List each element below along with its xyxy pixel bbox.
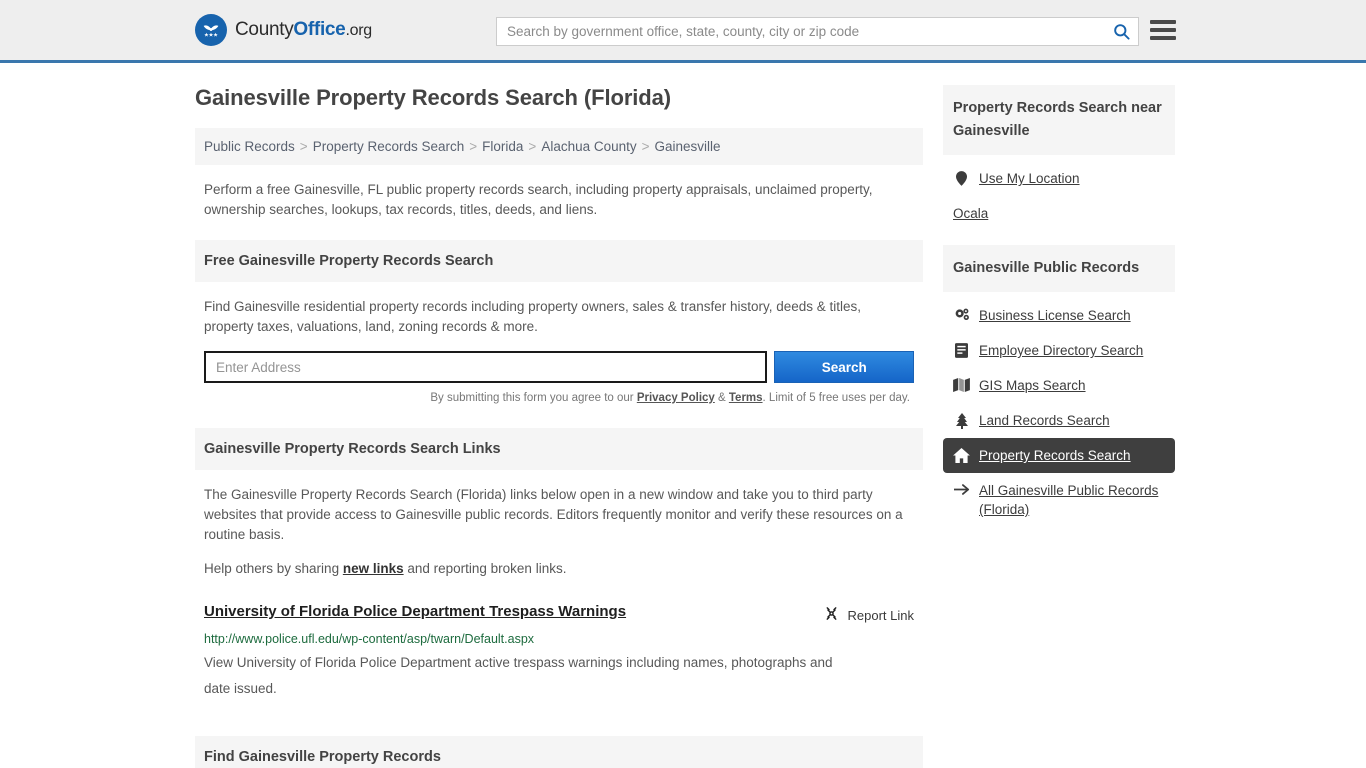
global-search-box[interactable]: [496, 17, 1139, 46]
breadcrumb-item-property-records-search[interactable]: Property Records Search: [313, 139, 465, 154]
site-logo[interactable]: CountyOffice.org: [195, 14, 372, 46]
breadcrumb: Public Records > Property Records Search > F…: [195, 128, 923, 165]
map-icon: [953, 376, 970, 392]
address-input[interactable]: [204, 351, 768, 383]
breadcrumb-separator: >: [299, 139, 308, 154]
links-section-paragraph: The Gainesville Property Records Search …: [204, 487, 903, 542]
sidebar-link-use-my-location[interactable]: Use My Location: [979, 169, 1080, 188]
disclaimer-amp: &: [714, 392, 729, 404]
logo-text-county: County: [235, 19, 294, 40]
result-title-link[interactable]: University of Florida Police Department …: [204, 603, 626, 620]
free-search-description: Find Gainesville residential property re…: [204, 299, 862, 334]
sidebar-link-property-records-search[interactable]: Property Records Search: [979, 446, 1131, 465]
content-row: Gainesville Property Records Search (Flo…: [195, 63, 1175, 768]
cogs-icon: [953, 306, 970, 322]
site-header: CountyOffice.org: [0, 0, 1366, 63]
breadcrumb-separator: >: [641, 139, 650, 154]
map-pin-icon: [953, 169, 970, 186]
sidebar-item-employee-directory-search[interactable]: Employee Directory Search: [943, 333, 1175, 368]
breadcrumb-item-florida[interactable]: Florida: [482, 139, 523, 154]
new-links-link[interactable]: new links: [343, 561, 404, 576]
sidebar-near-heading: Property Records Search near Gainesville: [943, 85, 1175, 155]
page-container: Gainesville Property Records Search (Flo…: [0, 63, 1366, 768]
eagle-shield-logo-icon: [195, 14, 227, 46]
sidebar-link-business-license-search[interactable]: Business License Search: [979, 306, 1131, 325]
sidebar-item-ocala[interactable]: Ocala: [943, 196, 1175, 231]
hamburger-bar: [1150, 36, 1176, 40]
sidebar-item-property-records-search[interactable]: Property Records Search: [943, 438, 1175, 473]
home-icon: [953, 446, 970, 463]
find-section-heading: Find Gainesville Property Records: [195, 736, 923, 768]
search-submit-button[interactable]: [1104, 18, 1138, 45]
report-link-button[interactable]: Report Link: [823, 603, 914, 625]
result-description: View University of Florida Police Depart…: [204, 655, 833, 696]
disclaimer-text-pre: By submitting this form you agree to our: [430, 392, 637, 404]
sidebar-link-land-records-search[interactable]: Land Records Search: [979, 411, 1110, 430]
hamburger-menu-icon[interactable]: [1150, 20, 1176, 40]
breadcrumb-separator: >: [528, 139, 537, 154]
help-text-pre: Help others by sharing: [204, 561, 343, 576]
tree-icon: [953, 411, 970, 429]
hamburger-bar: [1150, 28, 1176, 32]
sidebar-public-records-list: Business License Search Employee Directo…: [943, 292, 1175, 527]
address-search-form: Search: [204, 351, 914, 383]
free-search-body: Find Gainesville residential property re…: [195, 282, 923, 404]
report-link-label: Report Link: [847, 607, 914, 623]
result-url: http://www.police.ufl.edu/wp-content/asp…: [204, 632, 535, 646]
sidebar-item-all-public-records[interactable]: All Gainesville Public Records (Florida): [943, 473, 1175, 527]
privacy-policy-link[interactable]: Privacy Policy: [637, 392, 715, 404]
broken-link-icon: [823, 605, 840, 625]
result-header: University of Florida Police Department …: [204, 603, 914, 625]
sidebar-item-gis-maps-search[interactable]: GIS Maps Search: [943, 368, 1175, 403]
free-search-heading: Free Gainesville Property Records Search: [195, 240, 923, 282]
sidebar-link-all-public-records[interactable]: All Gainesville Public Records (Florida): [979, 481, 1165, 519]
address-search-button[interactable]: Search: [774, 351, 914, 383]
sidebar: Property Records Search near Gainesville…: [943, 85, 1175, 768]
links-section-body: The Gainesville Property Records Search …: [195, 470, 923, 579]
sidebar-link-employee-directory-search[interactable]: Employee Directory Search: [979, 341, 1143, 360]
hamburger-bar: [1150, 20, 1176, 24]
breadcrumb-item-alachua-county[interactable]: Alachua County: [541, 139, 636, 154]
logo-text-org: .org: [345, 22, 372, 39]
sidebar-link-ocala[interactable]: Ocala: [953, 204, 988, 223]
main-column: Gainesville Property Records Search (Flo…: [195, 85, 923, 768]
sidebar-item-use-my-location[interactable]: Use My Location: [943, 161, 1175, 196]
sidebar-item-business-license-search[interactable]: Business License Search: [943, 298, 1175, 333]
disclaimer-text-post: . Limit of 5 free uses per day.: [762, 392, 910, 404]
breadcrumb-separator: >: [469, 139, 478, 154]
book-list-icon: [953, 341, 970, 358]
result-item: University of Florida Police Department …: [195, 603, 923, 702]
sidebar-link-gis-maps-search[interactable]: GIS Maps Search: [979, 376, 1086, 395]
sidebar-near-list: Use My Location Ocala: [943, 155, 1175, 231]
arrow-right-icon: [953, 481, 970, 496]
breadcrumb-item-public-records[interactable]: Public Records: [204, 139, 295, 154]
links-section-heading: Gainesville Property Records Search Link…: [195, 428, 923, 470]
logo-text-office: Office: [293, 19, 346, 40]
help-others-paragraph: Help others by sharing new links and rep…: [204, 559, 914, 579]
sidebar-item-land-records-search[interactable]: Land Records Search: [943, 403, 1175, 438]
search-input[interactable]: [497, 24, 1104, 39]
terms-link[interactable]: Terms: [729, 392, 763, 404]
form-disclaimer: By submitting this form you agree to our…: [204, 392, 914, 404]
sidebar-public-records-heading: Gainesville Public Records: [943, 245, 1175, 292]
breadcrumb-item-gainesville[interactable]: Gainesville: [655, 139, 721, 154]
page-title: Gainesville Property Records Search (Flo…: [195, 85, 671, 110]
site-logo-text: CountyOffice.org: [235, 19, 372, 41]
help-text-post: and reporting broken links.: [403, 561, 567, 576]
intro-paragraph: Perform a free Gainesville, FL public pr…: [204, 182, 873, 217]
